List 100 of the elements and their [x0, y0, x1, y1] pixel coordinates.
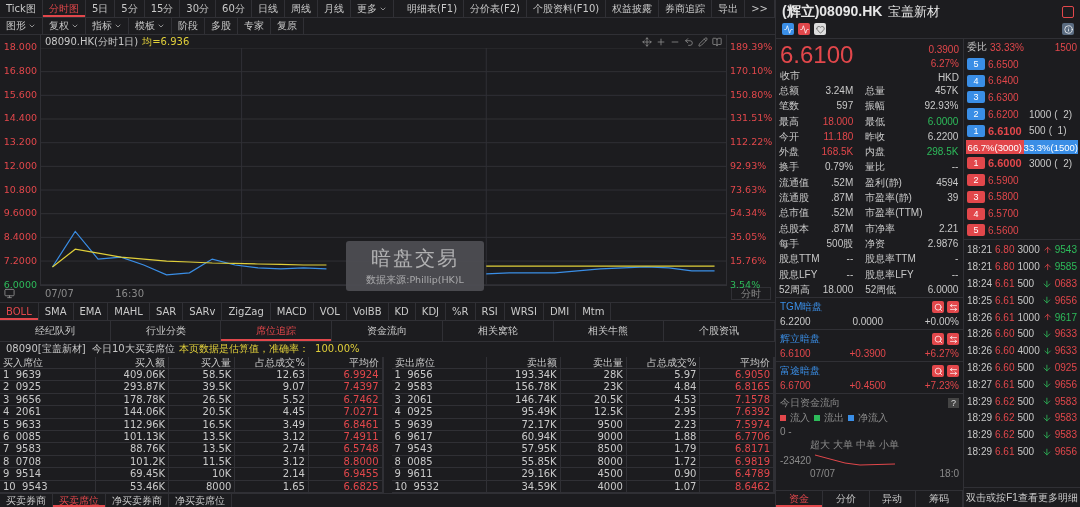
pool-change: 0.0000 — [852, 316, 883, 328]
tab[interactable]: KD — [388, 302, 416, 320]
tab[interactable]: 60分 — [216, 0, 252, 17]
tab[interactable]: WRSI — [504, 302, 544, 320]
swap-icon[interactable] — [947, 365, 959, 378]
tab[interactable]: MACD — [270, 302, 314, 320]
tab[interactable]: 相关窝轮 — [442, 320, 554, 341]
pool-name[interactable]: 辉立暗盘 — [780, 332, 820, 347]
tab[interactable]: 15分 — [144, 0, 181, 17]
stat-label: 市盈率(TTM) — [865, 206, 923, 221]
tab[interactable]: 月线 — [317, 0, 351, 17]
tab[interactable]: SMA — [38, 302, 74, 320]
toolbar-button[interactable]: 券商追踪 — [659, 0, 713, 17]
move-icon[interactable] — [642, 36, 652, 47]
tab[interactable]: 个股资讯 — [664, 320, 776, 341]
chart-icon[interactable] — [782, 23, 794, 35]
tab[interactable]: %R — [446, 302, 476, 320]
tab[interactable]: 日线 — [251, 0, 285, 17]
chart-icon[interactable] — [798, 23, 810, 35]
tab[interactable]: 筹码 — [916, 491, 963, 507]
stat-label: 52周高 — [779, 282, 812, 297]
swap-icon[interactable] — [947, 333, 959, 346]
tab[interactable]: VOL — [313, 302, 347, 320]
broker-number: 9656 — [1054, 446, 1077, 457]
tab[interactable]: SAR — [149, 302, 184, 320]
stat-value: -- — [950, 160, 960, 175]
tab[interactable]: VolBB — [346, 302, 389, 320]
book-icon[interactable] — [712, 36, 722, 47]
plus-icon[interactable] — [656, 36, 666, 47]
axis-label: 189.39% — [730, 42, 773, 52]
level-badge: 1 — [967, 157, 985, 170]
axis-label: 中单 — [856, 438, 876, 453]
tab[interactable]: 异动 — [869, 491, 917, 507]
search-icon[interactable] — [932, 333, 944, 346]
monitor-icon[interactable] — [4, 288, 15, 300]
tab[interactable]: 30分 — [180, 0, 217, 17]
tab[interactable]: DMI — [543, 302, 577, 320]
pool-name[interactable]: 富途暗盘 — [780, 364, 820, 379]
pencil-icon[interactable] — [698, 36, 708, 47]
stat-value: -- — [950, 267, 960, 282]
tab[interactable]: 5分 — [115, 0, 145, 17]
column-header: 平均价 — [700, 356, 774, 370]
tab[interactable]: KDJ — [415, 302, 447, 320]
axis-label: 13.200 — [3, 137, 37, 148]
tab[interactable]: 分价 — [822, 491, 870, 507]
info-icon[interactable] — [1062, 23, 1074, 35]
tab[interactable]: ZigZag — [222, 302, 271, 320]
toolbar-button[interactable]: 分价表(F2) — [464, 0, 527, 17]
stat-label: 振幅 — [865, 99, 887, 114]
tab[interactable]: BOLL — [0, 302, 39, 320]
toolbar-button[interactable]: >> — [745, 0, 775, 17]
toolbar-button[interactable]: 图形 — [0, 18, 43, 34]
tab[interactable]: EMA — [73, 302, 109, 320]
panel-icon[interactable] — [1062, 6, 1074, 18]
pool-name[interactable]: TGM暗盘 — [780, 300, 823, 315]
tab[interactable]: 经纪队列 — [0, 320, 111, 341]
tab[interactable]: 买卖席位 — [53, 494, 106, 507]
toolbar-button[interactable]: 个股资料(F10) — [526, 0, 607, 17]
help-button[interactable]: ? — [948, 398, 959, 409]
order-volume: 3000 — [1029, 157, 1052, 169]
heart-icon[interactable] — [814, 23, 826, 35]
toolbar-button[interactable]: 导出 — [712, 0, 746, 17]
toolbar-button[interactable]: 专家 — [238, 18, 271, 34]
swap-icon[interactable] — [947, 301, 959, 314]
toolbar-button[interactable]: 阶段 — [172, 18, 205, 34]
undo-icon[interactable] — [684, 36, 694, 47]
search-icon[interactable] — [932, 301, 944, 314]
toolbar-button[interactable]: 权益披露 — [606, 0, 660, 17]
tab[interactable]: 净买卖席位 — [169, 494, 232, 507]
toolbar-button[interactable]: 复原 — [271, 18, 304, 34]
tab[interactable]: SARv — [183, 302, 223, 320]
tab[interactable]: 相关牛熊 — [553, 320, 665, 341]
toolbar-button[interactable]: 复权 — [43, 18, 86, 34]
stat-value: 457K — [934, 84, 960, 98]
tab[interactable]: 净买卖券商 — [106, 494, 169, 507]
tab[interactable]: 资金 — [776, 491, 823, 507]
tab[interactable]: 买卖券商 — [0, 494, 53, 507]
table-cell: 3 2061 — [391, 393, 488, 407]
trade-volume: 4000 — [1017, 345, 1040, 357]
mode-button[interactable]: 分时 — [731, 287, 771, 301]
tab[interactable]: MAHL — [108, 302, 150, 320]
search-icon[interactable] — [932, 365, 944, 378]
table-cell: 53.46K — [95, 480, 170, 493]
tab[interactable]: RSI — [475, 302, 505, 320]
axis-label: 170.10% — [730, 65, 773, 76]
trade-time: 18:26 — [967, 362, 993, 374]
tab[interactable]: 5日 — [85, 0, 116, 17]
tab[interactable]: 周线 — [284, 0, 318, 17]
tab[interactable]: 行业分类 — [110, 320, 222, 341]
toolbar-button[interactable]: 模板 — [129, 18, 172, 34]
tab[interactable]: 资金流向 — [332, 320, 443, 341]
tab[interactable]: 分时图 — [42, 0, 86, 17]
tab[interactable]: Mtm — [576, 302, 612, 320]
tab[interactable]: 席位追踪 — [221, 320, 333, 341]
toolbar-button[interactable]: 指标 — [86, 18, 129, 34]
toolbar-button[interactable]: 明细表(F1) — [401, 0, 465, 17]
toolbar-button[interactable]: 多股 — [205, 18, 238, 34]
tab[interactable]: Tick图 — [0, 0, 43, 17]
tab[interactable]: 更多 — [350, 0, 394, 17]
table-cell: 1 9639 — [0, 369, 96, 382]
